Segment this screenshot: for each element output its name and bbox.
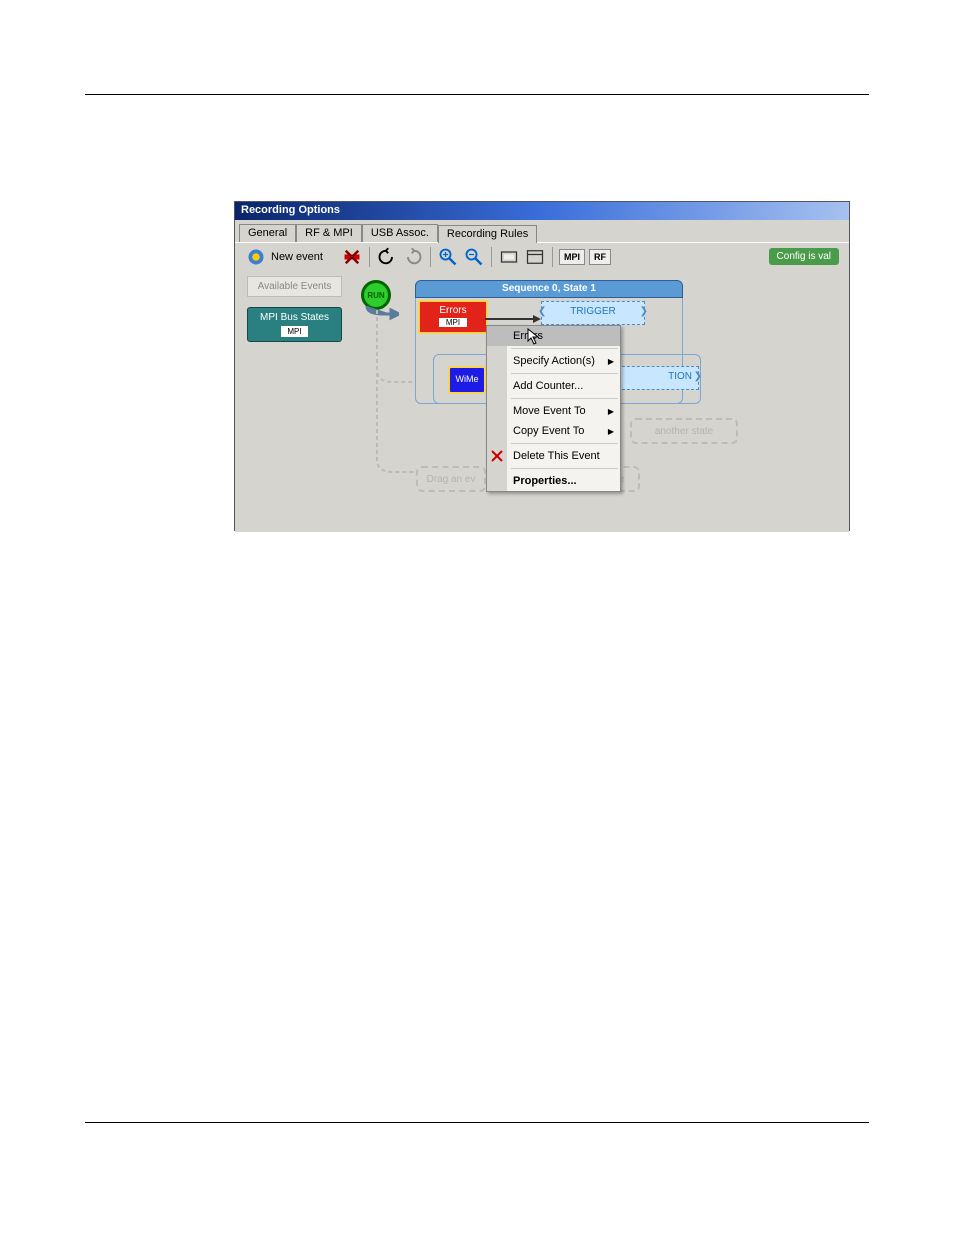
rf-badge[interactable]: RF: [589, 249, 611, 265]
trigger-label: TRIGGER: [570, 306, 616, 317]
menu-item-copy-event[interactable]: Copy Event To ▶: [487, 421, 620, 441]
menu-item-delete-event[interactable]: Delete This Event: [487, 446, 620, 466]
separator: [491, 247, 492, 267]
view-icon-1[interactable]: [498, 246, 520, 268]
submenu-arrow-icon: ▶: [608, 357, 614, 366]
menu-separator: [511, 348, 618, 349]
sequence-header[interactable]: Sequence 0, State 1: [415, 280, 683, 298]
tab-usb-assoc[interactable]: USB Assoc.: [362, 224, 438, 242]
drag-event-placeholder[interactable]: Drag an ev: [416, 466, 486, 492]
tab-general[interactable]: General: [239, 224, 296, 242]
page-bottom-rule: [85, 1122, 869, 1123]
page-top-rule: [85, 94, 869, 95]
menu-separator: [511, 398, 618, 399]
submenu-arrow-icon: ▶: [608, 407, 614, 416]
menu-item-errors[interactable]: Errors: [487, 326, 620, 346]
chevron-right-icon: ❯: [694, 371, 702, 382]
separator: [369, 247, 370, 267]
redo-icon: [402, 246, 424, 268]
rules-canvas: Available Events MPI Bus States MPI RUN …: [235, 270, 849, 532]
trigger-action[interactable]: TRIGGER ❯ ❮: [541, 301, 645, 325]
event-label: MPI Bus States: [260, 312, 329, 323]
menu-item-properties[interactable]: Properties...: [487, 471, 620, 491]
config-status: Config is val: [769, 248, 839, 265]
zoom-in-icon[interactable]: [437, 246, 459, 268]
menu-label: Delete This Event: [513, 450, 600, 462]
separator: [552, 247, 553, 267]
flow-arrow: [365, 304, 399, 322]
add-state-placeholder[interactable]: another state: [630, 418, 738, 444]
chevron-left-icon: ❮: [538, 306, 546, 317]
tab-recording-rules[interactable]: Recording Rules: [438, 225, 537, 243]
menu-separator: [511, 373, 618, 374]
available-events-header: Available Events: [247, 276, 342, 297]
separator: [430, 247, 431, 267]
tab-rf-mpi[interactable]: RF & MPI: [296, 224, 362, 242]
delete-icon: [490, 449, 504, 463]
wimedia-event-block[interactable]: WiMe: [448, 366, 486, 394]
view-icon-2[interactable]: [524, 246, 546, 268]
menu-item-move-event[interactable]: Move Event To ▶: [487, 401, 620, 421]
action-block[interactable]: TION ❯: [617, 366, 699, 390]
errors-tag: MPI: [439, 318, 467, 327]
recording-options-window: Recording Options General RF & MPI USB A…: [234, 201, 850, 531]
submenu-arrow-icon: ▶: [608, 427, 614, 436]
new-event-icon[interactable]: [245, 246, 267, 268]
trigger-connector: [485, 310, 541, 318]
new-event-label[interactable]: New event: [271, 251, 323, 263]
menu-separator: [511, 468, 618, 469]
menu-item-specify-actions[interactable]: Specify Action(s) ▶: [487, 351, 620, 371]
menu-label: Specify Action(s): [513, 355, 595, 367]
zoom-out-icon[interactable]: [463, 246, 485, 268]
cursor-icon: [527, 328, 541, 346]
connector-line: [373, 310, 415, 480]
menu-label: Copy Event To: [513, 425, 584, 437]
event-tag: MPI: [281, 326, 307, 337]
menu-item-add-counter[interactable]: Add Counter...: [487, 376, 620, 396]
delete-icon[interactable]: [341, 246, 363, 268]
window-titlebar: Recording Options: [235, 202, 849, 220]
toolbar: New event MPI RF Config is val: [235, 242, 849, 270]
menu-separator: [511, 443, 618, 444]
mpi-bus-states-event[interactable]: MPI Bus States MPI: [247, 307, 342, 342]
errors-event-block[interactable]: Errors MPI: [418, 300, 488, 334]
chevron-right-icon: ❯: [640, 306, 648, 317]
undo-icon[interactable]: [376, 246, 398, 268]
tab-bar: General RF & MPI USB Assoc. Recording Ru…: [235, 220, 849, 242]
menu-label: Move Event To: [513, 405, 586, 417]
event-context-menu: Errors Specify Action(s) ▶ Add Counter..…: [486, 325, 621, 492]
action-label: TION: [668, 371, 692, 382]
mpi-badge[interactable]: MPI: [559, 249, 585, 265]
available-events-panel: Available Events MPI Bus States MPI: [247, 276, 342, 342]
errors-label: Errors: [439, 305, 466, 316]
